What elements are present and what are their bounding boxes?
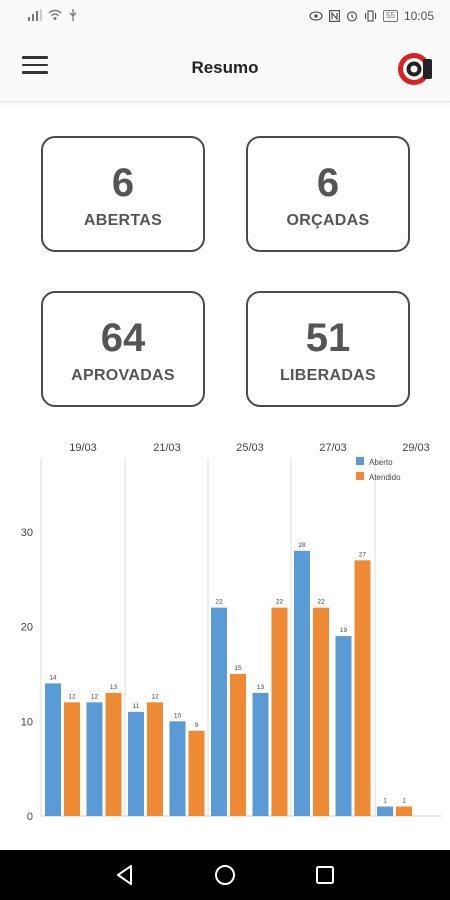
- bar-atendido: [188, 730, 205, 816]
- bar-aberto: [335, 636, 352, 816]
- bar-aberto: [252, 692, 269, 816]
- battery-indicator: 55: [383, 10, 398, 22]
- status-time: 10:05: [403, 9, 434, 23]
- legend-label: Atendido: [369, 473, 401, 482]
- home-circle-icon[interactable]: [213, 863, 237, 887]
- bar-value-label: 22: [215, 599, 223, 606]
- x-tick-label: 25/03: [236, 442, 264, 454]
- bar-value-label: 15: [234, 665, 242, 672]
- bar-atendido: [396, 806, 412, 816]
- page-title: Resumo: [191, 58, 259, 77]
- bar-value-label: 12: [91, 693, 99, 700]
- legend-swatch: [356, 457, 364, 465]
- x-tick-label: 27/03: [319, 442, 347, 454]
- bar-atendido: [64, 702, 80, 816]
- card-label: ORÇADAS: [286, 212, 370, 229]
- vibrate-icon: [364, 10, 377, 22]
- bar-atendido: [147, 702, 163, 816]
- y-tick-label: 0: [27, 811, 33, 823]
- card-orcadas[interactable]: 6 ORÇADAS: [246, 136, 410, 252]
- bar-value-label: 28: [298, 542, 306, 549]
- bar-aberto: [128, 711, 144, 816]
- card-value: 51: [305, 316, 351, 360]
- brand-logo-icon[interactable]: [396, 51, 434, 87]
- x-tick-label: 19/03: [69, 442, 97, 454]
- bar-aberto: [169, 721, 186, 816]
- status-right-icons: 55 10:05: [309, 9, 434, 23]
- card-label: ABERTAS: [83, 212, 163, 229]
- system-nav-bar: [0, 850, 450, 900]
- eye-icon: [309, 11, 323, 21]
- bar-chart: 19/03 21/03 25/03 27/03 29/03 0 10 20 30 14 12 12 13…: [21, 442, 441, 823]
- bar-value-label: 13: [110, 684, 118, 691]
- card-value: 6: [111, 161, 135, 205]
- card-liberadas[interactable]: 51 LIBERADAS: [246, 291, 410, 407]
- x-tick-label: 29/03: [402, 442, 430, 454]
- app-bar: Resumo: [0, 34, 450, 102]
- bar-value-label: 1: [383, 798, 387, 805]
- bar-value-label: 13: [257, 684, 265, 691]
- bar-value-label: 22: [276, 599, 284, 606]
- bar-value-label: 12: [68, 693, 76, 700]
- card-label: APROVADAS: [71, 367, 175, 384]
- bar-value-label: 22: [317, 599, 325, 606]
- bar-atendido: [313, 607, 329, 816]
- bar-aberto: [377, 806, 393, 816]
- card-aprovadas[interactable]: 64 APROVADAS: [41, 291, 205, 407]
- bar-value-label: 1: [402, 798, 406, 805]
- bar-value-label: 19: [340, 627, 348, 634]
- card-value: 6: [316, 161, 340, 205]
- alarm-icon: [346, 11, 358, 22]
- x-tick-label: 21/03: [153, 442, 181, 454]
- usb-icon: [69, 9, 77, 21]
- bar-aberto: [86, 702, 103, 816]
- legend-label: Aberto: [369, 458, 393, 467]
- y-tick-label: 30: [21, 527, 33, 539]
- status-bar: 55 10:05: [0, 0, 450, 34]
- bar-atendido: [271, 607, 288, 816]
- bar-value-label: 14: [49, 674, 57, 681]
- bar-value-label: 9: [195, 722, 199, 729]
- card-label: LIBERADAS: [279, 367, 377, 384]
- bar-value-label: 10: [174, 712, 182, 719]
- bar-atendido: [354, 560, 371, 816]
- bar-aberto: [211, 607, 227, 816]
- card-abertas[interactable]: 6 ABERTAS: [41, 136, 205, 252]
- nfc-icon: [329, 10, 341, 22]
- back-triangle-icon[interactable]: [113, 863, 137, 887]
- y-tick-label: 20: [21, 622, 33, 634]
- bar-value-label: 11: [133, 703, 140, 710]
- status-left-icons: [28, 9, 78, 21]
- bar-aberto: [294, 550, 310, 816]
- bar-value-label: 12: [151, 693, 159, 700]
- bar-atendido: [105, 692, 122, 816]
- wifi-icon: [48, 9, 62, 20]
- bar-aberto: [45, 683, 61, 816]
- card-value: 64: [100, 316, 146, 360]
- y-tick-label: 10: [21, 716, 33, 728]
- bar-atendido: [230, 673, 246, 816]
- recents-square-icon[interactable]: [313, 863, 337, 887]
- signal-icon: [28, 9, 42, 21]
- legend-swatch: [356, 472, 364, 480]
- bar-value-label: 27: [359, 551, 367, 558]
